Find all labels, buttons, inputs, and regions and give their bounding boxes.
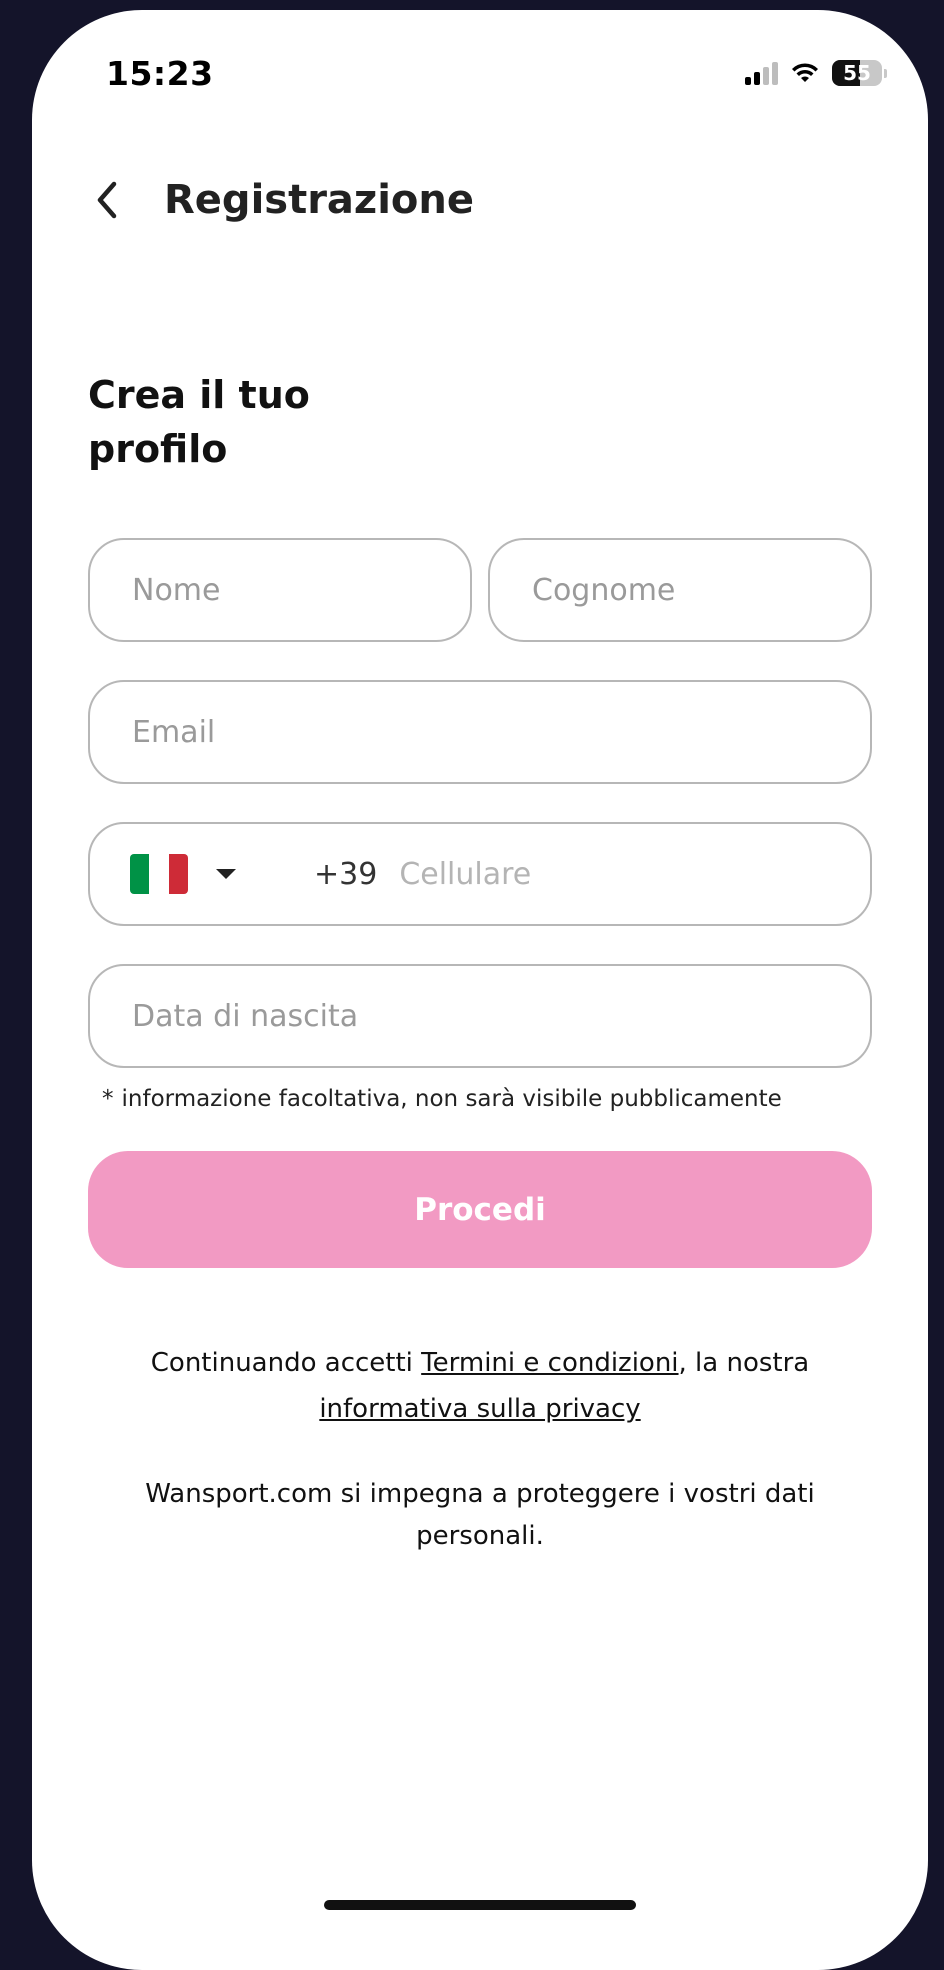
proceed-button[interactable]: Procedi xyxy=(88,1151,872,1268)
last-name-field xyxy=(488,538,872,642)
caret-down-icon xyxy=(216,869,236,879)
top-bar: Registrazione xyxy=(92,170,474,230)
form-heading: Crea il tuo profilo xyxy=(88,368,388,476)
hint-asterisk: * xyxy=(102,1086,114,1112)
cellular-signal-icon xyxy=(745,61,778,85)
home-indicator xyxy=(324,1900,636,1910)
last-name-input[interactable] xyxy=(490,572,870,608)
italy-flag-icon xyxy=(130,854,188,894)
status-time: 15:23 xyxy=(106,54,214,93)
terms-link[interactable]: Termini e condizioni xyxy=(421,1348,678,1378)
status-icons: 55 xyxy=(745,60,887,86)
terms-prefix: Continuando accetti xyxy=(150,1348,422,1378)
hint-text: informazione facoltativa, non sarà visib… xyxy=(121,1086,782,1112)
battery-level: 55 xyxy=(843,61,871,85)
privacy-policy-link[interactable]: informativa sulla privacy xyxy=(319,1394,640,1424)
phone-screen: 15:23 55 Registrazione Crea il tuo profi… xyxy=(32,10,928,1970)
email-input[interactable] xyxy=(90,714,870,750)
terms-middle: , la nostra xyxy=(678,1348,810,1378)
first-name-field xyxy=(88,538,472,642)
birth-date-field xyxy=(88,964,872,1068)
terms-notice: Continuando accetti Termini e condizioni… xyxy=(88,1340,872,1432)
page-title: Registrazione xyxy=(164,177,474,223)
phone-input[interactable] xyxy=(377,856,870,892)
phone-field: +39 xyxy=(88,822,872,926)
back-button[interactable] xyxy=(92,170,142,230)
email-field xyxy=(88,680,872,784)
chevron-left-icon xyxy=(97,181,117,219)
first-name-input[interactable] xyxy=(90,572,470,608)
country-code-picker[interactable] xyxy=(130,854,236,894)
form-heading-line2: profilo xyxy=(88,427,228,471)
battery-icon: 55 xyxy=(832,60,887,86)
form-heading-line1: Crea il tuo xyxy=(88,373,310,417)
birth-date-input[interactable] xyxy=(90,998,870,1034)
phone-prefix: +39 xyxy=(314,856,378,892)
optional-info-hint: * informazione facoltativa, non sarà visi… xyxy=(102,1086,782,1112)
wifi-icon xyxy=(792,63,818,82)
data-protection-notice: Wansport.com si impegna a proteggere i v… xyxy=(145,1479,815,1551)
